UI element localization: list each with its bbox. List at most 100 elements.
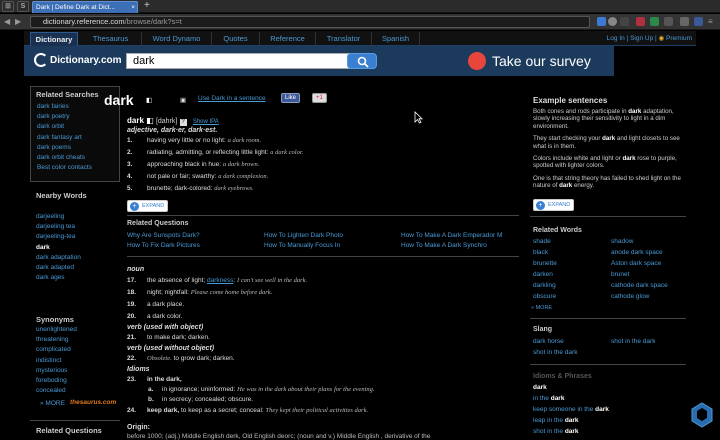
related-words-more-link[interactable]: » MORE bbox=[531, 305, 552, 311]
site-nav: Dictionary Thesaurus Word Dynamo Quotes … bbox=[24, 31, 696, 46]
slang-link[interactable]: dark horse bbox=[533, 338, 564, 345]
related-word-link[interactable]: anode dark space bbox=[611, 249, 663, 256]
definition: 18. night; nightfall: Please come home be… bbox=[127, 289, 273, 296]
related-search-link[interactable]: dark poetry bbox=[31, 112, 119, 122]
related-search-link[interactable]: dark fantasy art bbox=[31, 133, 119, 143]
synonyms-more-link[interactable]: » MORE bbox=[40, 400, 65, 407]
nearby-word-link[interactable]: dark adapted bbox=[30, 263, 120, 273]
related-word-link[interactable]: shadow bbox=[611, 238, 633, 245]
extension-icon[interactable] bbox=[664, 17, 673, 26]
related-word-link[interactable]: Aston dark space bbox=[611, 260, 661, 267]
google-plus-button[interactable]: +1 bbox=[312, 93, 327, 103]
nearby-words-heading: Nearby Words bbox=[36, 191, 87, 200]
related-question-link[interactable]: How To Make A Dark Synchro bbox=[401, 242, 487, 249]
tab-translator[interactable]: Translator bbox=[316, 32, 372, 46]
synonym-link[interactable]: mysterious bbox=[30, 366, 120, 376]
thesaurus-logo[interactable]: thesaurus.com bbox=[70, 399, 116, 406]
related-word-link[interactable]: brunet bbox=[611, 271, 629, 278]
origin-text: before 1000; (adj.) Middle English derk,… bbox=[127, 433, 431, 440]
darkness-link[interactable]: darkness bbox=[207, 277, 233, 284]
back-button[interactable]: ◀ bbox=[4, 16, 10, 27]
premium-link[interactable]: Premium bbox=[666, 35, 692, 42]
extension-icon[interactable] bbox=[620, 17, 629, 26]
menu-icon[interactable]: ≡ bbox=[708, 16, 713, 27]
synonym-link[interactable]: complicated bbox=[30, 345, 120, 355]
tab-spanish[interactable]: Spanish bbox=[372, 32, 420, 46]
related-search-link[interactable]: dark poems bbox=[31, 143, 119, 153]
pinned-tab-1[interactable]: ⊞ bbox=[2, 1, 14, 12]
example-sentence: One is that string theory has failed to … bbox=[533, 174, 681, 190]
idiom-link[interactable]: dark bbox=[533, 384, 547, 391]
slang-link[interactable]: shot in the dark bbox=[533, 349, 577, 356]
related-word-link[interactable]: darken bbox=[533, 271, 553, 278]
idiom-link[interactable]: keep someone in the dark bbox=[533, 406, 609, 413]
extension-icon[interactable] bbox=[636, 17, 645, 26]
pronunciation: [dahrk] bbox=[155, 118, 178, 125]
related-word-link[interactable]: shade bbox=[533, 238, 551, 245]
login-link[interactable]: Log In bbox=[607, 35, 625, 42]
idiom-link[interactable]: in the dark bbox=[533, 395, 564, 402]
expand-button[interactable]: + EXPAND bbox=[127, 200, 169, 212]
related-search-link[interactable]: dark orbit cheats bbox=[31, 153, 119, 163]
extension-icon[interactable] bbox=[650, 17, 659, 26]
related-question-link[interactable]: How To Fix Dark Pictures bbox=[127, 242, 200, 249]
site-logo[interactable]: Dictionary.com bbox=[34, 52, 122, 70]
nearby-word-link[interactable]: darjeeling-tea bbox=[30, 232, 120, 242]
idiom-link[interactable]: leap in the dark bbox=[533, 417, 579, 424]
signup-link[interactable]: Sign Up bbox=[630, 35, 653, 42]
nearby-word-link[interactable]: darjeeling bbox=[30, 212, 120, 222]
related-search-link[interactable]: Best color contacts bbox=[31, 163, 119, 173]
survey-ad[interactable]: Take our survey bbox=[464, 51, 614, 71]
nearby-word-link[interactable]: dark adaptation bbox=[30, 253, 120, 263]
related-question-link[interactable]: How To Make A Dark Emperador M bbox=[401, 232, 502, 239]
favorite-star-icon[interactable]: ▣ bbox=[180, 96, 186, 104]
related-word-link[interactable]: cathode dark space bbox=[611, 282, 668, 289]
search-icon bbox=[357, 56, 369, 68]
nearby-word-link[interactable]: darjeeling tea bbox=[30, 222, 120, 232]
close-tab-icon[interactable]: × bbox=[131, 2, 135, 13]
tab-dictionary[interactable]: Dictionary bbox=[30, 32, 78, 46]
tab-word-dynamo[interactable]: Word Dynamo bbox=[142, 32, 212, 46]
nearby-words-list: darjeeling darjeeling tea darjeeling-tea… bbox=[30, 212, 120, 283]
address-bar[interactable]: dictionary.reference.com/browse/dark?s=t bbox=[30, 16, 590, 28]
related-word-link[interactable]: obscure bbox=[533, 293, 556, 300]
show-ipa-link[interactable]: Show IPA bbox=[193, 119, 219, 125]
tab-reference[interactable]: Reference bbox=[260, 32, 316, 46]
related-question-link[interactable]: How To Lighten Dark Photo bbox=[264, 232, 343, 239]
new-tab-button[interactable]: + bbox=[144, 0, 150, 12]
audio-icon[interactable]: ◧ bbox=[146, 96, 152, 104]
related-question-link[interactable]: Why Are Sunspots Dark? bbox=[127, 232, 200, 239]
expand-examples-button[interactable]: + EXPAND bbox=[533, 199, 575, 211]
related-word-link[interactable]: darkling bbox=[533, 282, 556, 289]
search-input[interactable]: dark bbox=[126, 53, 354, 69]
related-search-link[interactable]: dark orbit bbox=[31, 122, 119, 132]
related-word-link[interactable]: cathode glow bbox=[611, 293, 649, 300]
audio-icon[interactable]: ◧ bbox=[146, 116, 154, 125]
extension-icon[interactable] bbox=[597, 17, 606, 26]
synonym-link[interactable]: foreboding bbox=[30, 376, 120, 386]
slang-link[interactable]: shot in the dark bbox=[611, 338, 655, 345]
pinned-tab-2[interactable]: S bbox=[17, 1, 29, 12]
extension-icon[interactable] bbox=[680, 17, 689, 26]
related-word-link[interactable]: black bbox=[533, 249, 548, 256]
extension-icon[interactable] bbox=[694, 17, 703, 26]
active-tab[interactable]: Dark | Define Dark at Dict... × bbox=[32, 1, 138, 13]
tab-thesaurus[interactable]: Thesaurus bbox=[80, 32, 142, 46]
forward-button[interactable]: ▶ bbox=[15, 16, 21, 27]
synonym-link[interactable]: indistinct bbox=[30, 356, 120, 366]
synonym-link[interactable]: threatening bbox=[30, 335, 120, 345]
synonym-link[interactable]: concealed bbox=[30, 386, 120, 396]
related-word-link[interactable]: brunette bbox=[533, 260, 557, 267]
search-button[interactable] bbox=[347, 53, 377, 69]
bookmark-star-icon[interactable] bbox=[608, 17, 617, 26]
related-question-link[interactable]: How To Manually Focus In bbox=[264, 242, 340, 249]
help-icon[interactable]: ? bbox=[179, 119, 187, 126]
floating-widget-icon[interactable] bbox=[690, 402, 714, 428]
use-in-sentence-link[interactable]: Use Dark in a sentence bbox=[198, 95, 266, 102]
tab-quotes[interactable]: Quotes bbox=[212, 32, 260, 46]
idiom-link[interactable]: shot in the dark bbox=[533, 428, 579, 435]
definition: 1. having very little or no light: a dark… bbox=[127, 137, 262, 144]
synonym-link[interactable]: unenlightened bbox=[30, 325, 120, 335]
facebook-like-button[interactable]: Like bbox=[281, 93, 301, 103]
nearby-word-link[interactable]: dark ages bbox=[30, 273, 120, 283]
